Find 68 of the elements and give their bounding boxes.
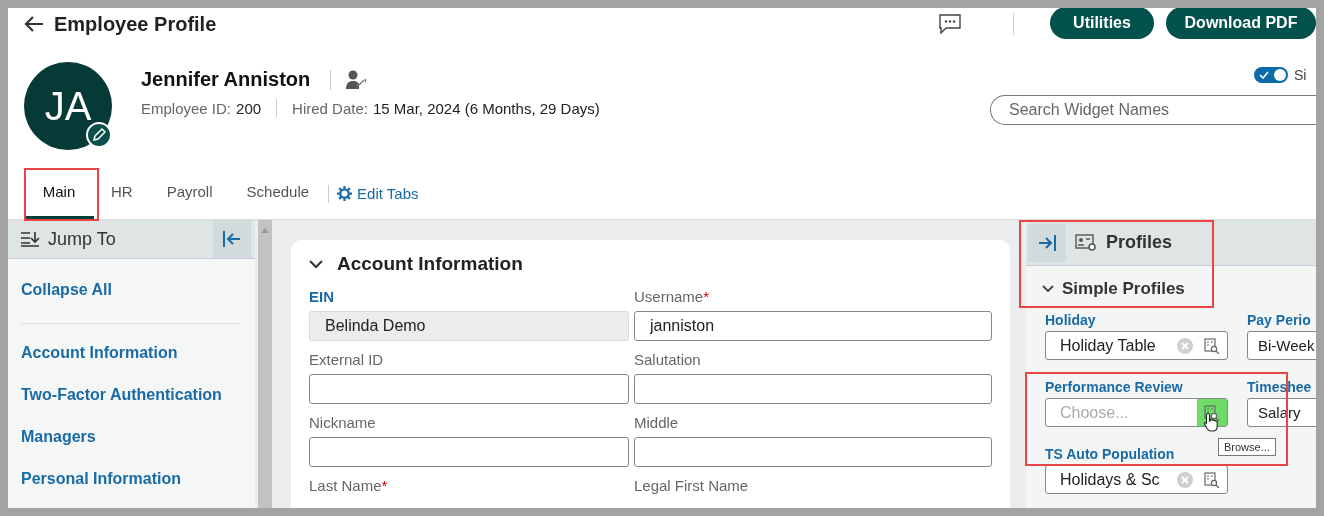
field-label: Middle (634, 414, 680, 431)
jump-to-link[interactable]: Managers (21, 428, 241, 446)
field-label: TS Auto Population (1045, 446, 1176, 462)
tab[interactable]: Schedule (229, 167, 327, 220)
header-button[interactable]: Utilities (1050, 8, 1154, 39)
collapse-all-link[interactable]: Collapse All (21, 281, 241, 299)
sort-list-icon (20, 231, 40, 247)
text-field[interactable] (634, 374, 992, 404)
chat-icon[interactable] (939, 14, 961, 34)
avatar: JA (24, 62, 112, 150)
browse-icon (1204, 337, 1220, 354)
expand-panel-button[interactable] (1028, 223, 1066, 262)
hand-cursor-icon (1203, 412, 1219, 432)
panel-title: Profiles (1106, 232, 1173, 253)
edit-photo-icon[interactable] (86, 122, 112, 148)
field-label: Username* (634, 288, 711, 305)
field-value: Holiday Table (1060, 336, 1156, 355)
field-label: Last Name* (309, 477, 389, 494)
toggle-switch[interactable] (1254, 67, 1288, 83)
field-label: Salutation (634, 351, 702, 368)
toggle-label: Si (1294, 67, 1307, 83)
text-field[interactable] (309, 437, 629, 467)
field-label: Legal First Name (634, 477, 750, 494)
section-title: Account Information (337, 253, 523, 275)
employee-id: 200 (236, 99, 262, 117)
read-only-field: Belinda Demo (309, 311, 629, 341)
tooltip: Browse... (1218, 438, 1276, 456)
text-field[interactable] (634, 437, 992, 467)
section-title: Simple Profiles (1062, 279, 1185, 299)
field-placeholder: Choose... (1060, 403, 1129, 422)
lookup-field[interactable]: Bi-Week (1247, 331, 1316, 360)
chevron-icon[interactable] (1042, 285, 1054, 293)
jump-to-link[interactable]: Personal Information (21, 470, 241, 488)
gear-icon[interactable] (337, 186, 353, 201)
hired-date-label: Hired Date: (292, 99, 368, 117)
field-label: External ID (309, 351, 385, 368)
field-value: Bi-Week (1258, 337, 1315, 354)
back-arrow-icon[interactable] (24, 16, 44, 32)
field-label: EIN (309, 288, 335, 305)
browse-icon (1204, 404, 1220, 421)
field-label: Nickname (309, 414, 377, 431)
jump-to-title: Jump To (48, 228, 116, 250)
employee-name: Jennifer Anniston (141, 68, 311, 91)
field-value: Holidays & Sc (1060, 470, 1160, 489)
field-label: Performance Review (1045, 379, 1184, 395)
profile-settings-icon (1075, 233, 1097, 252)
browse-icon (1204, 471, 1220, 488)
chevron-icon[interactable] (309, 259, 323, 269)
jump-to-link[interactable]: Two-Factor Authentication (21, 386, 241, 404)
search-field[interactable]: Search Widget Names (990, 95, 1316, 125)
field-label: Holiday (1045, 312, 1097, 328)
collapse-left-icon (222, 230, 242, 248)
employee-id-label: Employee ID: (141, 99, 232, 117)
check-icon (1259, 71, 1269, 79)
scrollbar[interactable] (258, 220, 272, 508)
tab[interactable]: HR (94, 167, 150, 220)
field-label: Pay Perio (1247, 312, 1312, 328)
person-link-icon[interactable] (345, 68, 368, 91)
hired-date: 15 Mar, 2024 (6 Months, 29 Days) (372, 99, 600, 117)
text-field[interactable] (309, 374, 629, 404)
jump-to-link[interactable]: Account Information (21, 344, 241, 362)
collapse-panel-button[interactable] (213, 220, 251, 258)
header-button[interactable]: Download PDF (1166, 8, 1316, 39)
edit-tabs-link[interactable]: Edit Tabs (357, 185, 419, 202)
text-field[interactable]: janniston (634, 311, 992, 341)
tab[interactable]: Payroll (149, 167, 230, 220)
page-title: Employee Profile (54, 12, 217, 36)
expand-right-icon (1037, 233, 1057, 252)
